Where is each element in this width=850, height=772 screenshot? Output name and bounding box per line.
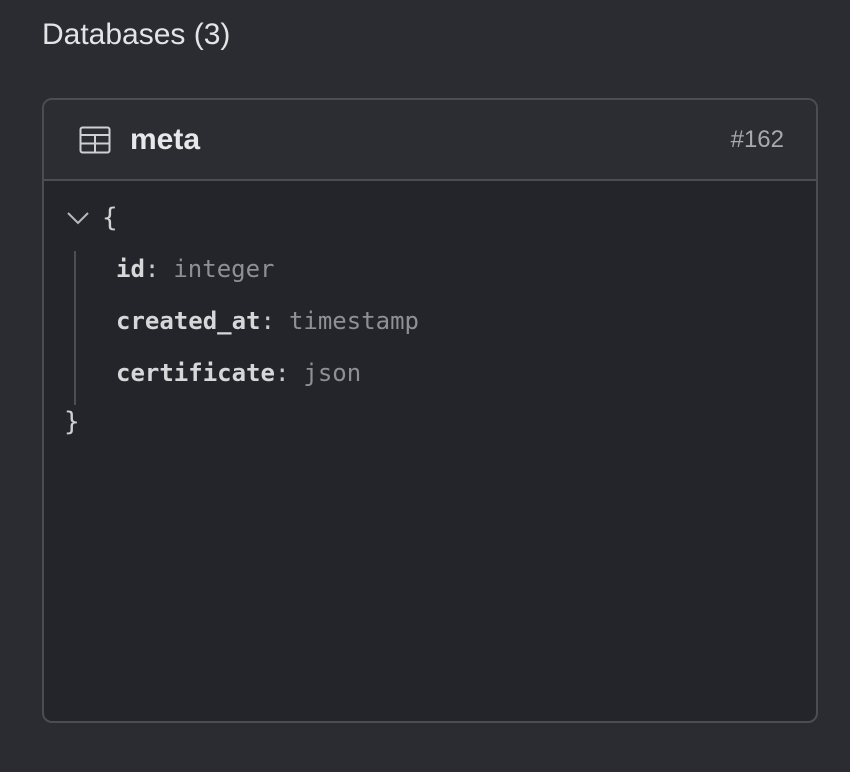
chevron-down-icon[interactable] — [64, 204, 92, 232]
card-header[interactable]: meta #162 — [44, 100, 816, 181]
table-icon — [78, 123, 112, 157]
close-brace: } — [64, 407, 80, 437]
schema-field-certificate: certificate: json — [116, 356, 361, 390]
field-type: integer — [173, 255, 275, 283]
indent-guide — [74, 251, 76, 405]
database-card-meta[interactable]: meta #162 { id: integer created_at: timest… — [42, 98, 818, 723]
field-name: id — [116, 255, 145, 283]
field-type: json — [303, 359, 362, 387]
schema-open-row[interactable]: { — [64, 203, 118, 233]
field-name: created_at — [116, 307, 261, 335]
field-colon: : — [260, 307, 275, 335]
card-id: #162 — [730, 125, 784, 153]
open-brace: { — [102, 203, 118, 233]
field-type: timestamp — [288, 307, 419, 335]
section-title: Databases (3) — [42, 18, 231, 51]
schema-field-id: id: integer — [116, 252, 275, 286]
databases-panel: Databases (3) meta #162 {id: integer cr… — [0, 0, 850, 772]
field-name: certificate — [116, 359, 275, 387]
card-title: meta — [130, 122, 201, 156]
schema-field-created-at: created_at: timestamp — [116, 304, 419, 338]
field-colon: : — [144, 255, 160, 283]
field-colon: : — [274, 359, 290, 387]
